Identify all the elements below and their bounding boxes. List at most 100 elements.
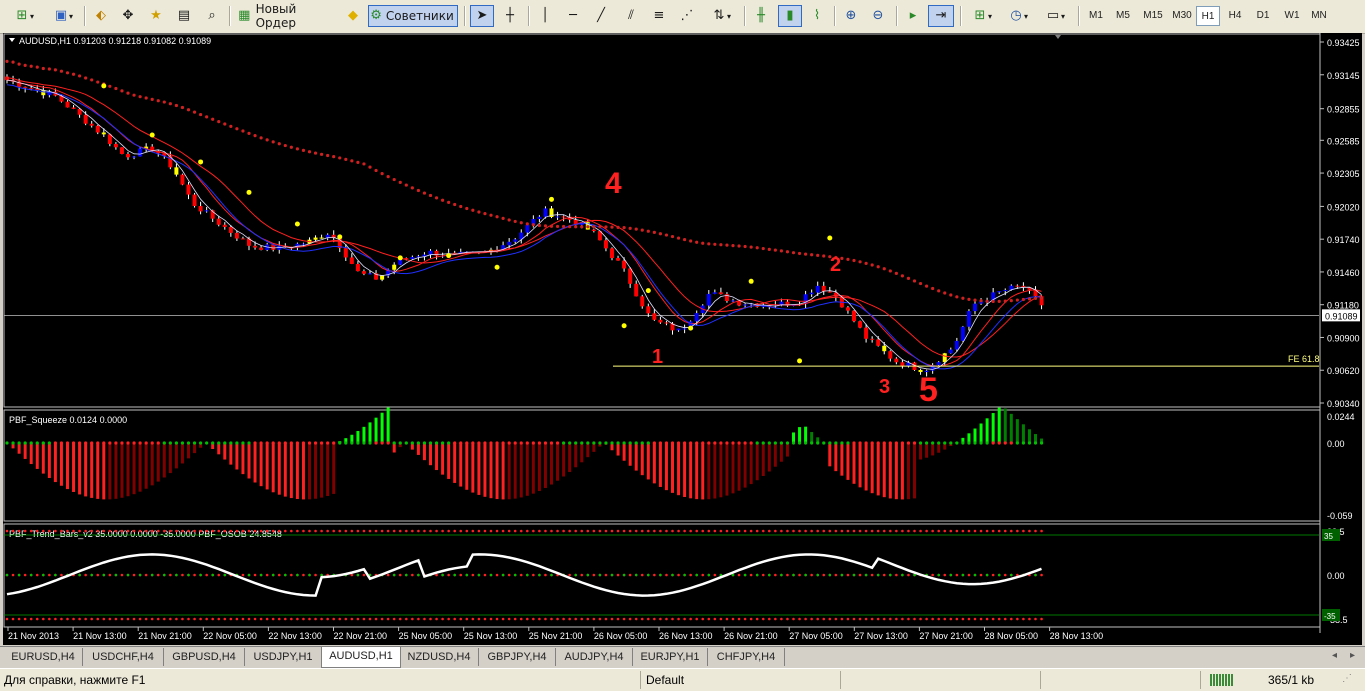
- candle-body: [319, 237, 324, 239]
- dotted-ma-point: [362, 162, 366, 166]
- squeeze-dot: [816, 441, 820, 445]
- price-tick-label: 0.91180: [1327, 301, 1359, 311]
- trend-dot-level: [447, 529, 450, 533]
- tab-gbpusd-h4[interactable]: GBPUSD,H4: [164, 648, 245, 666]
- arrows-tool[interactable]: ⇅ ▾: [704, 5, 738, 27]
- tab-scroll-right[interactable]: ▸: [1350, 650, 1355, 661]
- trend-dot-level: [1022, 529, 1025, 533]
- trend-dot-level: [253, 529, 257, 533]
- squeeze-dot: [985, 441, 989, 445]
- squeeze-dot: [41, 441, 45, 445]
- trend-dot-level: [29, 529, 33, 533]
- candlestick-button[interactable]: ▮: [778, 5, 802, 27]
- candle-body: [355, 263, 360, 272]
- chart-window[interactable]: FE 61.8 4 2 1 3 5 PBF_Squeeze 0.0124 0.0000 0.…: [3, 33, 1362, 645]
- tab-eurjpy-h1[interactable]: EURJPY,H1: [633, 648, 708, 666]
- tester-button[interactable]: ⌕: [200, 5, 224, 27]
- tf-h1[interactable]: H1: [1196, 6, 1220, 26]
- chart-canvas[interactable]: FE 61.84213 5 PBF_Squeeze 0.0124 0.0000 0.…: [3, 33, 1362, 645]
- dotted-ma-point: [283, 143, 287, 148]
- trend-dot-level: [132, 529, 136, 533]
- zoom-out-button[interactable]: ⊖: [866, 5, 890, 27]
- crosshair-tool[interactable]: ┼: [498, 5, 522, 27]
- trend-dot-level: [647, 529, 650, 533]
- data-window-button[interactable]: ✥: [116, 5, 140, 27]
- ma-fast-red: [6, 79, 1042, 367]
- candle-body: [543, 208, 548, 217]
- fibonacci-fan-tool[interactable]: ⋰: [674, 5, 700, 27]
- tf-w1[interactable]: W1: [1280, 6, 1304, 26]
- trend-dot-level: [223, 529, 227, 533]
- candle-body: [997, 291, 1002, 293]
- indicators-button[interactable]: ⊞ ▾: [966, 5, 998, 27]
- dotted-ma-point: [338, 156, 342, 160]
- tab-nzdusd-h4[interactable]: NZDUSD,H4: [400, 648, 479, 666]
- metaeditor-button[interactable]: ◆: [342, 5, 364, 27]
- dotted-ma-point: [356, 160, 360, 164]
- autoscroll-button[interactable]: ▸: [902, 5, 924, 27]
- fibonacci-tool[interactable]: ≡: [648, 5, 670, 27]
- tf-d1[interactable]: D1: [1252, 6, 1274, 26]
- trend-dot-level: [677, 617, 680, 621]
- trend-dot-level: [991, 529, 995, 533]
- horizontal-line-tool[interactable]: ─: [562, 5, 584, 27]
- dotted-ma-point: [259, 136, 263, 140]
- tab-scroll-left[interactable]: ◂: [1332, 650, 1337, 661]
- tf-h4[interactable]: H4: [1224, 6, 1246, 26]
- trend-dot-level: [205, 529, 208, 533]
- trend-dot-level: [786, 573, 789, 577]
- periods-button[interactable]: ◷ ▾: [1002, 5, 1034, 27]
- new-order-button[interactable]: ▦ Новый Ордер: [234, 2, 338, 30]
- trend-dot-zero-green: [187, 573, 190, 577]
- new-chart-button[interactable]: ⊞ ▾: [6, 5, 42, 27]
- dotted-ma-point: [41, 66, 45, 71]
- tab-eurusd-h4[interactable]: EURUSD,H4: [4, 648, 83, 666]
- navigator-button[interactable]: ★: [144, 5, 168, 27]
- templates-button[interactable]: ▭ ▾: [1038, 5, 1072, 27]
- profiles-button[interactable]: ▣ ▾: [46, 5, 80, 27]
- tab-audjpy-h4[interactable]: AUDJPY,H4: [556, 648, 633, 666]
- tf-m1[interactable]: M1: [1084, 6, 1108, 26]
- tf-m15[interactable]: M15: [1139, 6, 1167, 26]
- dotted-ma-point: [1015, 298, 1019, 302]
- squeeze-dot: [749, 441, 753, 445]
- market-watch-button[interactable]: ⬖: [90, 5, 112, 27]
- dotted-ma-point: [11, 60, 15, 64]
- advisors-button[interactable]: ⚙ Советники: [368, 5, 458, 27]
- tab-usdchf-h4[interactable]: USDCHF,H4: [83, 648, 164, 666]
- squeeze-dot: [822, 441, 826, 445]
- cursor-tool[interactable]: ➤: [470, 5, 494, 27]
- trend-dot-level: [997, 529, 1001, 533]
- line-chart-button[interactable]: ⌇: [806, 5, 828, 27]
- tab-gbpjpy-h4[interactable]: GBPJPY,H4: [479, 648, 556, 666]
- tf-m30[interactable]: M30: [1168, 6, 1196, 26]
- dotted-ma-point: [549, 224, 554, 228]
- dotted-ma-point: [35, 65, 39, 69]
- trend-level-label: -35: [1324, 612, 1336, 621]
- trend-dot-level: [423, 617, 426, 621]
- trend-dot-level: [519, 529, 523, 533]
- trend-dot-level: [314, 573, 317, 577]
- vertical-line-tool[interactable]: │: [534, 5, 556, 27]
- squeeze-dot: [519, 441, 523, 445]
- tf-mn[interactable]: MN: [1306, 6, 1332, 26]
- trend-dot-level: [187, 529, 190, 533]
- candle-body: [301, 243, 306, 245]
- terminal-button[interactable]: ▤: [172, 5, 196, 27]
- trend-dot-level: [459, 573, 463, 577]
- status-profile: Default: [646, 673, 685, 687]
- tab-chfjpy-h4[interactable]: CHFJPY,H4: [708, 648, 785, 666]
- trendline-tool[interactable]: ╱: [590, 5, 612, 27]
- trend-dot-level: [35, 617, 39, 621]
- tab-usdjpy-h1[interactable]: USDJPY,H1: [245, 648, 322, 666]
- dotted-ma-point: [398, 180, 402, 184]
- chart-shift-button[interactable]: ⇥: [928, 5, 954, 27]
- trend-dot-level: [302, 573, 305, 577]
- tab-audusd-h1[interactable]: AUDUSD,H1: [321, 647, 401, 668]
- bar-chart-button[interactable]: ╫: [750, 5, 772, 27]
- equidistant-channel-tool[interactable]: ⫽: [618, 5, 644, 27]
- zoom-in-button[interactable]: ⊕: [840, 5, 862, 27]
- trend-dot-level: [804, 617, 807, 621]
- trend-dot-level: [792, 529, 795, 533]
- tf-m5[interactable]: M5: [1111, 6, 1135, 26]
